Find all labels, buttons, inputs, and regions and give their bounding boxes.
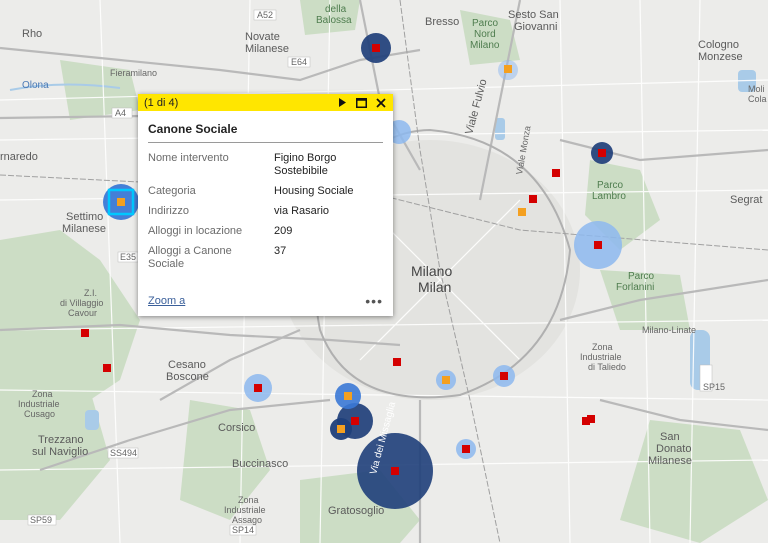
- site-marker[interactable]: [462, 445, 470, 453]
- site-marker[interactable]: [372, 44, 380, 52]
- field-value: 209: [274, 225, 293, 237]
- place-settimo: Settimo Milanese: [62, 211, 106, 235]
- place-bresso: Bresso: [425, 16, 459, 28]
- table-row: Categoria Housing Sociale: [148, 185, 383, 205]
- road-label-ss494: SS494: [110, 448, 137, 458]
- road-label-a4: A4: [115, 108, 126, 118]
- site-marker[interactable]: [391, 467, 399, 475]
- field-value: via Rasario: [274, 205, 330, 217]
- place-gratosoglio: Gratosoglio: [328, 505, 384, 517]
- site-marker[interactable]: [103, 364, 111, 372]
- site-marker[interactable]: [442, 376, 450, 384]
- site-marker[interactable]: [518, 208, 526, 216]
- popup-title: Canone Sociale: [148, 122, 383, 143]
- place-milano-linate: Milano-Linate: [642, 325, 696, 335]
- site-marker[interactable]: [587, 415, 595, 423]
- more-options-icon[interactable]: •••: [365, 293, 383, 309]
- field-label: Alloggi in locazione: [148, 225, 243, 237]
- site-marker[interactable]: [500, 372, 508, 380]
- field-value: Housing Sociale: [274, 185, 354, 197]
- play-next-icon[interactable]: [336, 96, 349, 109]
- road-label-sp14: SP14: [232, 525, 254, 535]
- site-marker[interactable]: [594, 241, 602, 249]
- site-marker[interactable]: [344, 392, 352, 400]
- site-marker[interactable]: [598, 149, 606, 157]
- info-popup: (1 di 4) Canone Sociale Nome intervento …: [138, 94, 393, 316]
- site-marker[interactable]: [504, 65, 512, 73]
- place-fieramilano: Fieramilano: [110, 68, 157, 78]
- table-row: Alloggi in locazione 209: [148, 225, 383, 245]
- place-milan: Milan: [418, 279, 451, 295]
- attribute-table: Nome intervento Figino Borgo Sostebibile…: [148, 152, 383, 278]
- road-label-sp59: SP59: [30, 515, 52, 525]
- place-rnaredo: rnaredo: [0, 151, 38, 163]
- table-row: Indirizzo via Rasario: [148, 205, 383, 225]
- site-marker[interactable]: [529, 195, 537, 203]
- table-row: Nome intervento Figino Borgo Sostebibile: [148, 152, 383, 185]
- place-molino: Moli Cola: [748, 84, 767, 104]
- place-milano: Milano: [411, 263, 452, 279]
- place-parco-lambro: Parco Lambro: [592, 180, 626, 202]
- field-label: Indirizzo: [148, 205, 189, 217]
- place-sesto: Sesto San Giovanni: [508, 9, 559, 33]
- place-cesano: Cesano Boscone: [166, 359, 209, 383]
- zoom-to-link[interactable]: Zoom a: [148, 295, 365, 307]
- place-parco-nord: Parco Nord Milano: [470, 18, 500, 51]
- feature-count: (1 di 4): [144, 96, 179, 109]
- field-value: Figino Borgo Sostebibile: [274, 152, 337, 177]
- site-marker[interactable]: [337, 425, 345, 433]
- road-label-sp15: SP15: [703, 382, 725, 392]
- table-row: Alloggi a Canone Sociale 37: [148, 245, 383, 278]
- popup-footer: Zoom a •••: [148, 293, 383, 309]
- place-buccinasco: Buccinasco: [232, 458, 288, 470]
- field-value: 37: [274, 245, 287, 257]
- place-trezzano: Trezzano sul Naviglio: [32, 434, 88, 458]
- field-label: Alloggi a Canone Sociale: [148, 245, 232, 270]
- site-marker[interactable]: [552, 169, 560, 177]
- place-segrate: Segrat: [730, 194, 762, 206]
- road-label-a52: A52: [257, 10, 273, 20]
- road-label-e64: E64: [291, 57, 307, 67]
- close-icon[interactable]: [374, 96, 387, 109]
- place-cologno: Cologno Monzese: [698, 39, 743, 63]
- road-label-e35: E35: [120, 252, 136, 262]
- site-marker[interactable]: [351, 417, 359, 425]
- maximize-icon[interactable]: [355, 96, 368, 109]
- site-marker[interactable]: [81, 329, 89, 337]
- site-marker[interactable]: [393, 358, 401, 366]
- field-label: Categoria: [148, 185, 196, 197]
- site-marker[interactable]: [254, 384, 262, 392]
- place-rho: Rho: [22, 28, 42, 40]
- place-olona: Olona: [22, 80, 49, 91]
- popup-header: (1 di 4): [138, 94, 393, 111]
- site-marker[interactable]: [117, 198, 125, 206]
- field-label: Nome intervento: [148, 152, 229, 164]
- place-corsico: Corsico: [218, 422, 255, 434]
